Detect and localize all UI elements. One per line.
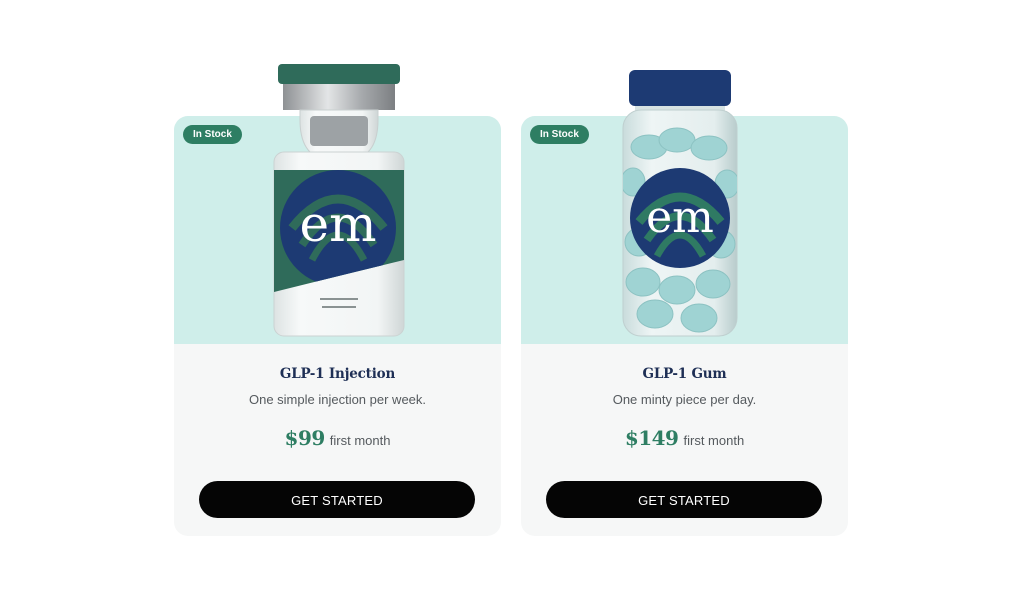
get-started-label: GET STARTED [291, 493, 383, 508]
vial-image: em [273, 64, 405, 337]
em-logo-text: em [646, 192, 714, 243]
product-title: GLP-1 Injection [279, 366, 396, 382]
get-started-label: GET STARTED [638, 493, 730, 508]
product-grid: In Stock em GLP-1 Injection One simple i… [0, 0, 1024, 597]
in-stock-badge: In Stock [183, 125, 242, 144]
in-stock-badge: In Stock [530, 125, 589, 144]
product-card-injection[interactable]: In Stock em GLP-1 Injection One simple i… [174, 64, 501, 536]
get-started-button-gum[interactable]: GET STARTED [546, 481, 822, 518]
price-note: first month [683, 433, 745, 448]
get-started-button-injection[interactable]: GET STARTED [199, 481, 475, 518]
product-info-gum: GLP-1 Gum One minty piece per day. $149 … [521, 344, 848, 450]
product-card-gum[interactable]: In Stock em GLP-1 Gum One minty piece pe… [521, 70, 848, 536]
price-row: $99 first month [174, 426, 501, 450]
price-value: $99 [284, 426, 326, 450]
gum-jar-image: em [622, 70, 738, 337]
price-value: $149 [624, 426, 679, 450]
price-row: $149 first month [521, 426, 848, 450]
product-info-injection: GLP-1 Injection One simple injection per… [174, 344, 501, 450]
product-description: One minty piece per day. [612, 392, 757, 407]
product-description: One simple injection per week. [248, 392, 427, 407]
product-title: GLP-1 Gum [642, 366, 727, 382]
em-logo-text: em [299, 195, 376, 253]
price-note: first month [329, 433, 391, 448]
